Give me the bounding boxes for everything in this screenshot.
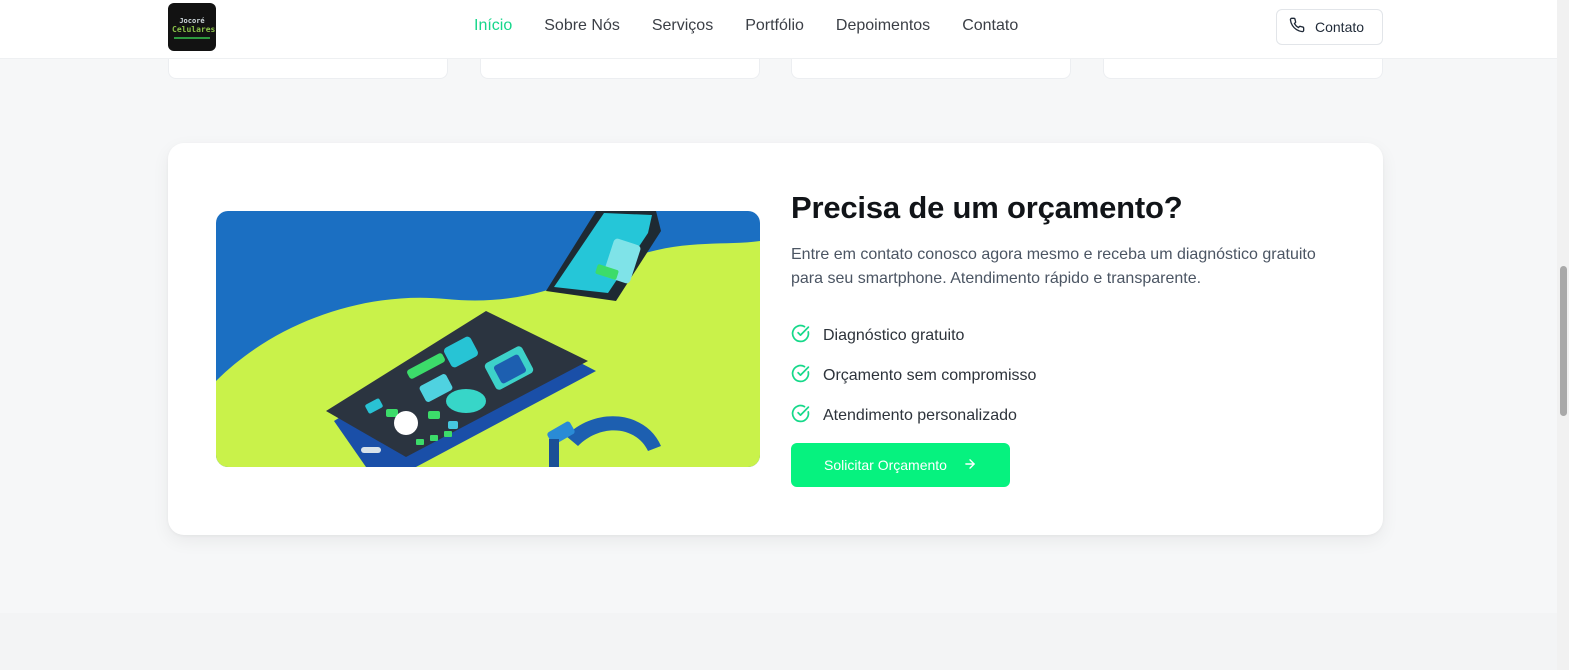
check-circle-icon <box>791 324 810 348</box>
feature-label: Diagnóstico gratuito <box>823 327 965 344</box>
check-circle-icon <box>791 364 810 388</box>
feature-label: Atendimento personalizado <box>823 407 1017 424</box>
nav-link-servicos[interactable]: Serviços <box>652 16 713 36</box>
cta-description: Entre em contato conosco agora mesmo e r… <box>791 246 1316 287</box>
quote-cta-card: Precisa de um orçamento? Entre em contat… <box>168 143 1383 535</box>
request-quote-label: Solicitar Orçamento <box>824 457 947 473</box>
list-item: Orçamento sem compromisso <box>791 356 1036 396</box>
contact-button[interactable]: Contato <box>1276 9 1383 45</box>
arrow-right-icon <box>963 457 977 474</box>
next-section-band <box>0 613 1557 670</box>
logo-line-2: Celulares <box>172 25 216 34</box>
cta-title: Precisa de um orçamento? <box>791 190 1183 225</box>
page: Jocoré Celulares Início Sobre Nós Serviç… <box>0 0 1569 670</box>
logo-line-1: Jocoré <box>179 17 205 25</box>
list-item: Atendimento personalizado <box>791 396 1036 436</box>
site-header: Jocoré Celulares Início Sobre Nós Serviç… <box>0 0 1557 59</box>
logo-decoration <box>174 37 210 39</box>
main-nav: Início Sobre Nós Serviços Portfólio Depo… <box>474 16 1018 36</box>
smartphone-repair-illustration <box>216 211 760 467</box>
check-circle-icon <box>791 404 810 428</box>
nav-link-contato[interactable]: Contato <box>962 16 1018 36</box>
brand-logo[interactable]: Jocoré Celulares <box>168 3 216 51</box>
page-scrollbar[interactable] <box>1557 0 1569 670</box>
nav-link-depoimentos[interactable]: Depoimentos <box>836 16 930 36</box>
cta-feature-list: Diagnóstico gratuito Orçamento sem compr… <box>791 316 1036 436</box>
phone-icon <box>1289 17 1305 38</box>
feature-label: Orçamento sem compromisso <box>823 367 1037 384</box>
request-quote-button[interactable]: Solicitar Orçamento <box>791 443 1010 487</box>
nav-link-sobre-nos[interactable]: Sobre Nós <box>544 16 620 36</box>
nav-link-portfolio[interactable]: Portfólio <box>745 16 804 36</box>
list-item: Diagnóstico gratuito <box>791 316 1036 356</box>
contact-button-label: Contato <box>1315 19 1365 35</box>
scrollbar-thumb[interactable] <box>1560 266 1567 416</box>
nav-link-inicio[interactable]: Início <box>474 16 512 36</box>
